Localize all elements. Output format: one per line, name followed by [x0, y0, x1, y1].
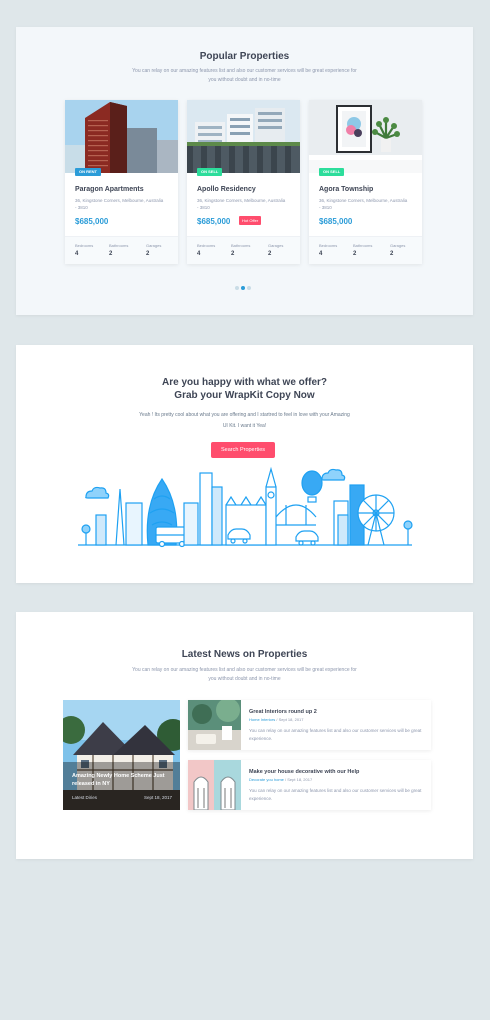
property-address: 36, Kingstone Corners, Melbourne, Austra… — [319, 198, 408, 210]
news-category[interactable]: Decorate you home — [249, 777, 284, 782]
section-title: Popular Properties — [199, 51, 290, 62]
carousel-dot[interactable] — [235, 286, 239, 290]
section-subtitle: You can relay on our amazing features li… — [132, 68, 357, 83]
featured-news-date: Sept 18, 2017 — [143, 795, 172, 800]
carousel-pagination — [235, 277, 253, 295]
news-thumbnail[interactable] — [188, 760, 241, 810]
stat-bedrooms: Bedrooms 4 — [197, 243, 216, 257]
property-stats: Bedrooms 4 Bathrooms 2 Garages 2 — [309, 236, 422, 264]
stat-bedrooms: Bedrooms 4 — [319, 243, 338, 257]
offer-title: Are you happy with what we offer? Grab y… — [16, 376, 473, 402]
news-thumbnail[interactable] — [188, 700, 241, 750]
featured-news-card[interactable]: Amazing Newly Home Scheme Just released … — [63, 700, 180, 810]
news-item[interactable]: Make your house decorative with our Help… — [188, 760, 431, 810]
featured-news-meta: Latest Diries Sept 18, 2017 — [72, 795, 172, 800]
section-subtitle: You can relay on our amazing features li… — [132, 667, 357, 682]
stat-bathrooms: Bathrooms 2 — [109, 243, 129, 257]
stat-bathrooms: Bathrooms 2 — [231, 243, 251, 257]
property-address: 36, Kingstone Corners, Melbourne, Austra… — [75, 198, 164, 210]
carousel-dot[interactable] — [247, 286, 251, 290]
featured-news-image — [63, 700, 180, 810]
property-stats: Bedrooms 4 Bathrooms 2 Garages 2 — [187, 236, 300, 264]
city-skyline-illustration — [78, 466, 413, 548]
hot-offer-badge: Hot Offer — [239, 216, 262, 225]
property-image[interactable] — [187, 100, 300, 173]
status-badge: ON SELL — [197, 168, 223, 176]
stat-bathrooms: Bathrooms 2 — [353, 243, 373, 257]
news-title[interactable]: Make your house decorative with our Help — [249, 769, 359, 775]
property-stats: Bedrooms 4 Bathrooms 2 Garages 2 — [65, 236, 178, 264]
status-badge: ON RENT — [75, 168, 101, 176]
news-meta: Decorate you home / Sept 18, 2017 — [249, 777, 313, 782]
news-excerpt: You can relay on our amazing features li… — [249, 788, 422, 801]
news-date: Sept 18, 2017 — [287, 777, 313, 782]
stat-bedrooms: Bedrooms 4 — [75, 243, 94, 257]
property-name[interactable]: Agora Township — [319, 186, 373, 193]
offer-title-line2: Grab your WrapKit Copy Now — [174, 390, 315, 401]
news-title[interactable]: Great Interiors round up 2 — [249, 709, 317, 715]
property-card[interactable]: ON SELL Agora Township 36, Kingstone Cor… — [309, 100, 422, 264]
latest-news-section: Latest News on Properties You can relay … — [16, 612, 473, 859]
featured-news-title[interactable]: Amazing Newly Home Scheme Just released … — [72, 772, 167, 788]
featured-news-category[interactable]: Latest Diries — [72, 795, 97, 800]
property-price: $685,000 — [319, 217, 353, 226]
news-category[interactable]: Home Interiors — [249, 717, 275, 722]
property-card[interactable]: ON RENT Paragon Apartments 36, Kingstone… — [65, 100, 178, 264]
section-title: Latest News on Properties — [181, 649, 308, 660]
property-price: $685,000 — [75, 217, 109, 226]
carousel-dot-active[interactable] — [241, 286, 245, 290]
status-badge: ON SELL — [319, 168, 345, 176]
search-properties-button[interactable]: Search Properties — [211, 442, 275, 458]
popular-properties-section: Popular Properties You can relay on our … — [16, 27, 473, 315]
offer-section: Are you happy with what we offer? Grab y… — [16, 345, 473, 583]
property-card[interactable]: ON SELL Apollo Residency 36, Kingstone C… — [187, 100, 300, 264]
offer-text: Yeah ! Its pretty cool about what you ar… — [139, 412, 350, 429]
property-address: 36, Kingstone Corners, Melbourne, Austra… — [197, 198, 286, 210]
property-name[interactable]: Apollo Residency — [197, 186, 256, 193]
news-excerpt: You can relay on our amazing features li… — [249, 728, 422, 741]
property-image[interactable] — [309, 100, 422, 173]
offer-title-line1: Are you happy with what we offer? — [161, 377, 327, 388]
property-price: $685,000 — [197, 217, 231, 226]
stat-garages: Garages 2 — [390, 243, 406, 257]
stat-garages: Garages 2 — [146, 243, 162, 257]
news-item[interactable]: Great Interiors round up 2 Home Interior… — [188, 700, 431, 750]
property-image[interactable] — [65, 100, 178, 173]
news-meta: Home Interiors / Sept 18, 2017 — [249, 717, 304, 722]
news-date: Sept 18, 2017 — [278, 717, 304, 722]
stat-garages: Garages 2 — [268, 243, 284, 257]
property-name[interactable]: Paragon Apartments — [75, 186, 144, 193]
